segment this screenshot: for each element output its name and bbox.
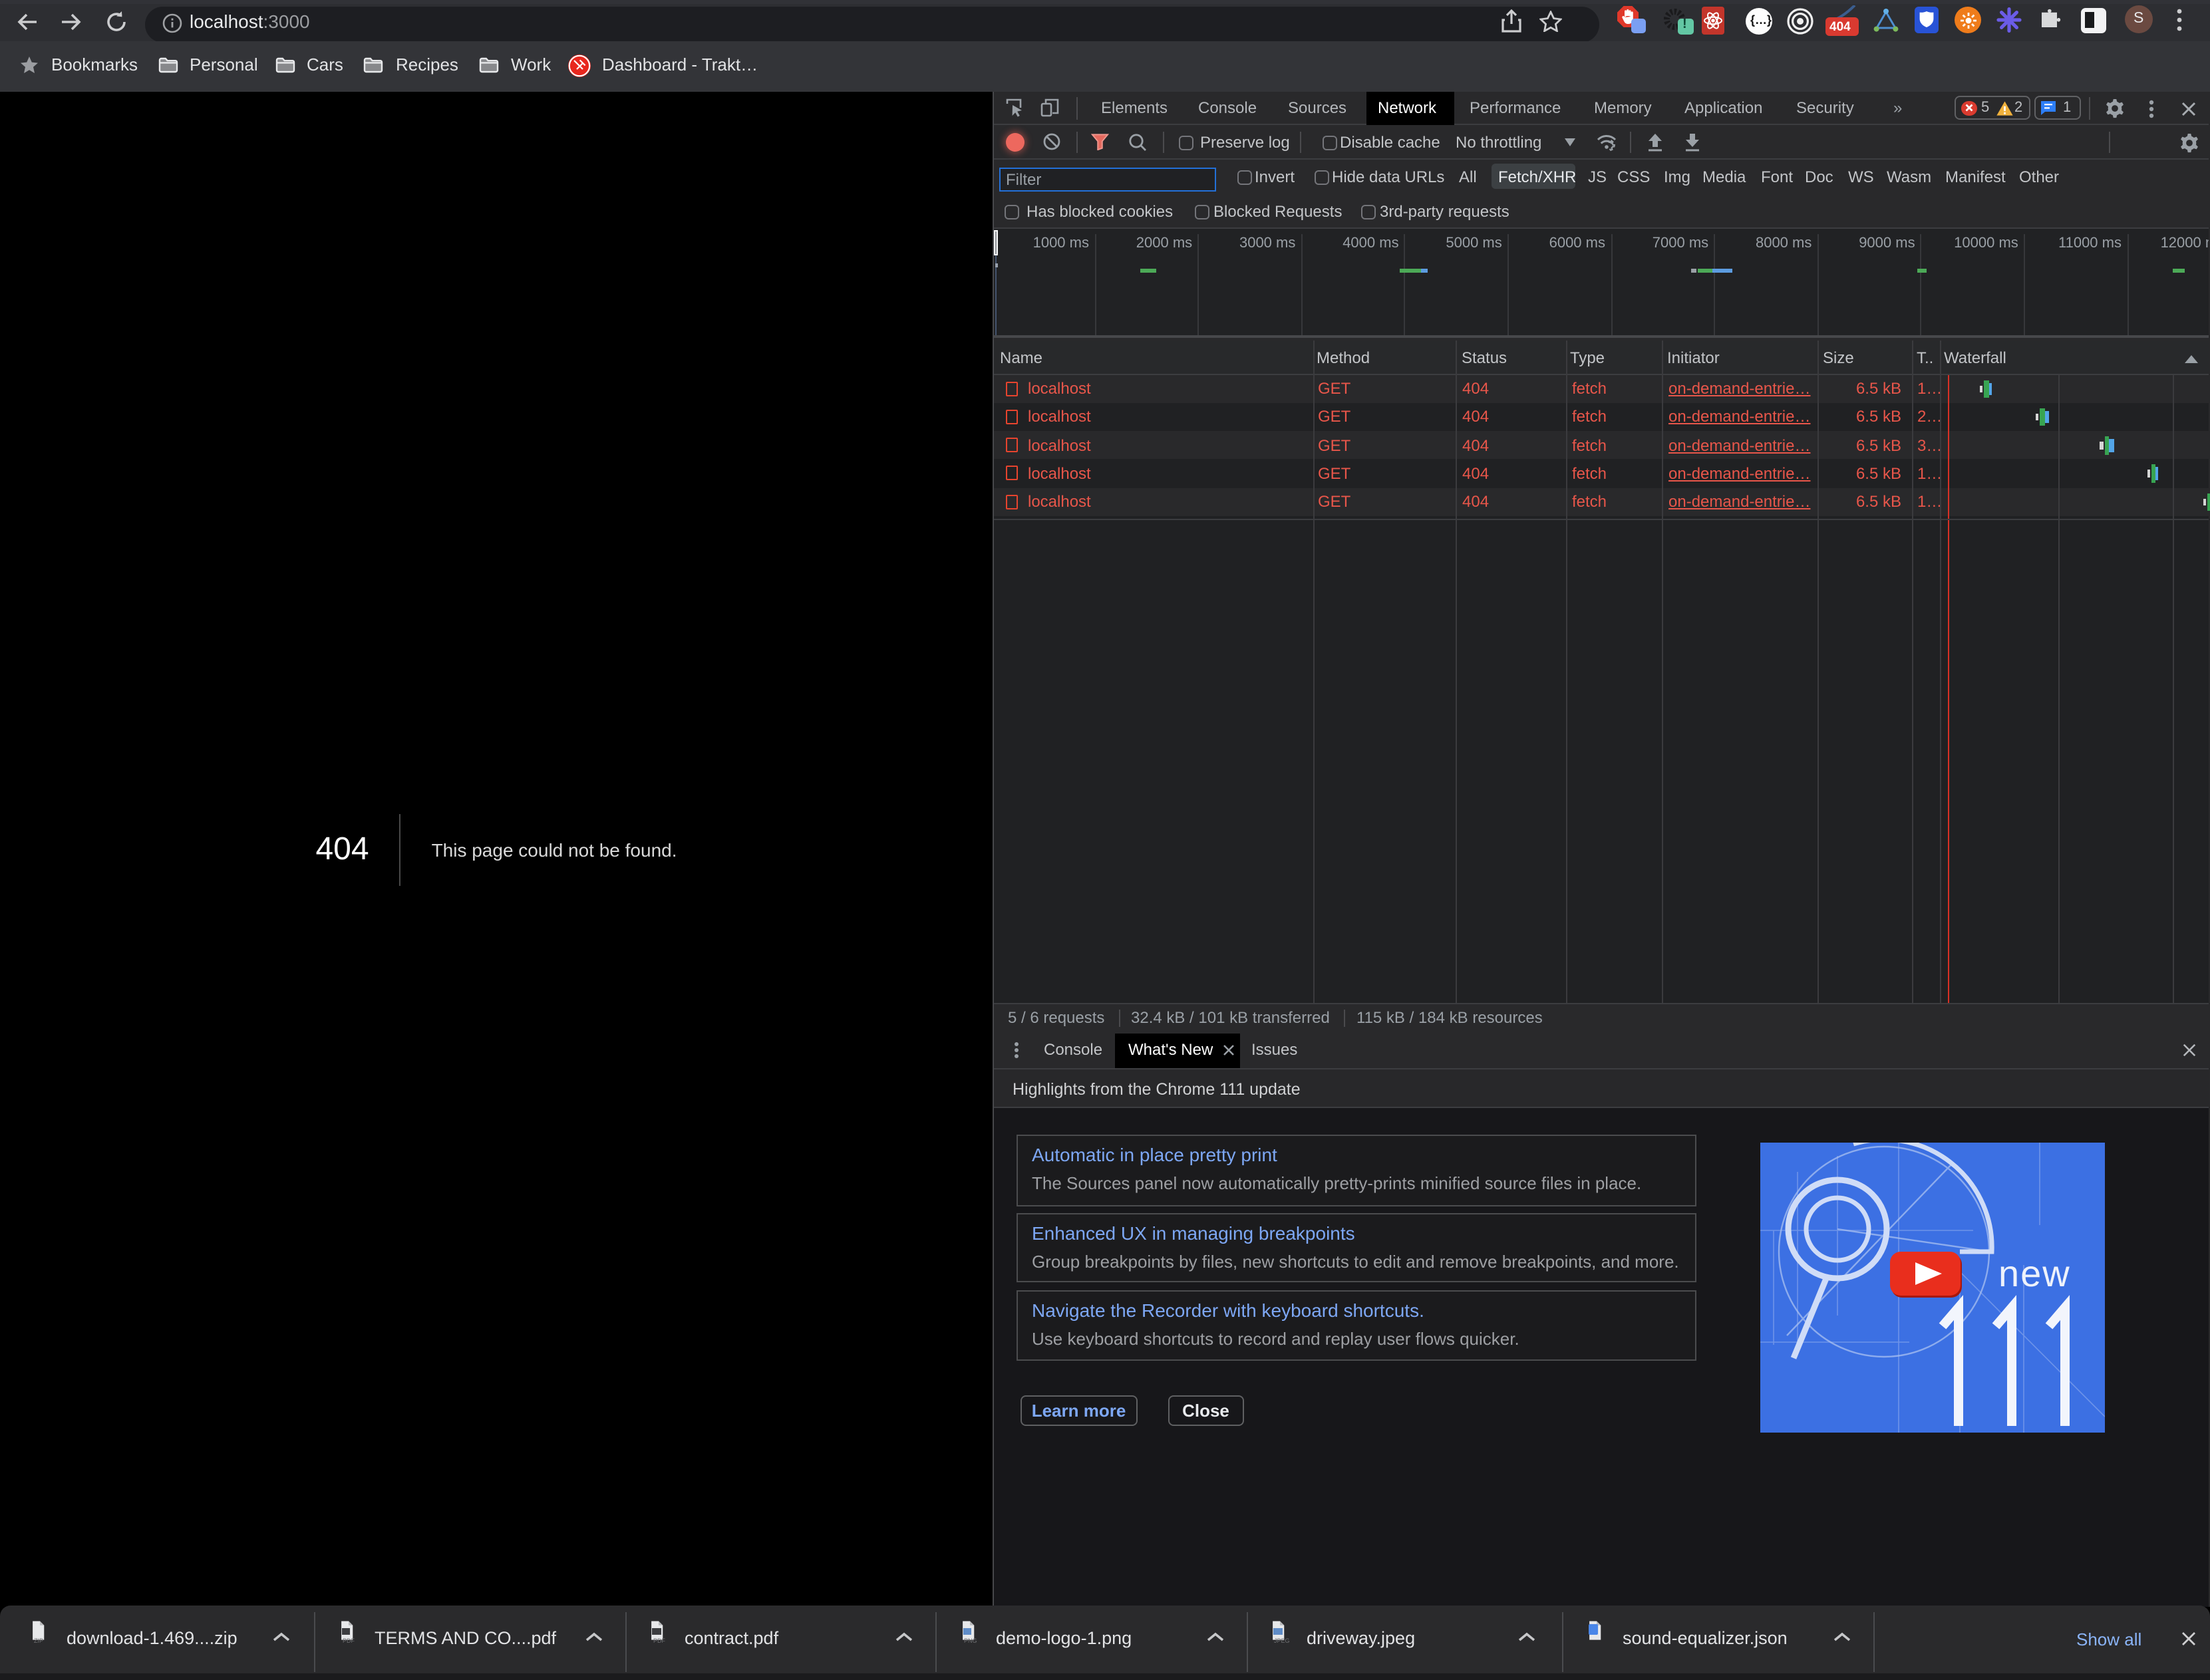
svg-text:new: new (1998, 1252, 2071, 1294)
